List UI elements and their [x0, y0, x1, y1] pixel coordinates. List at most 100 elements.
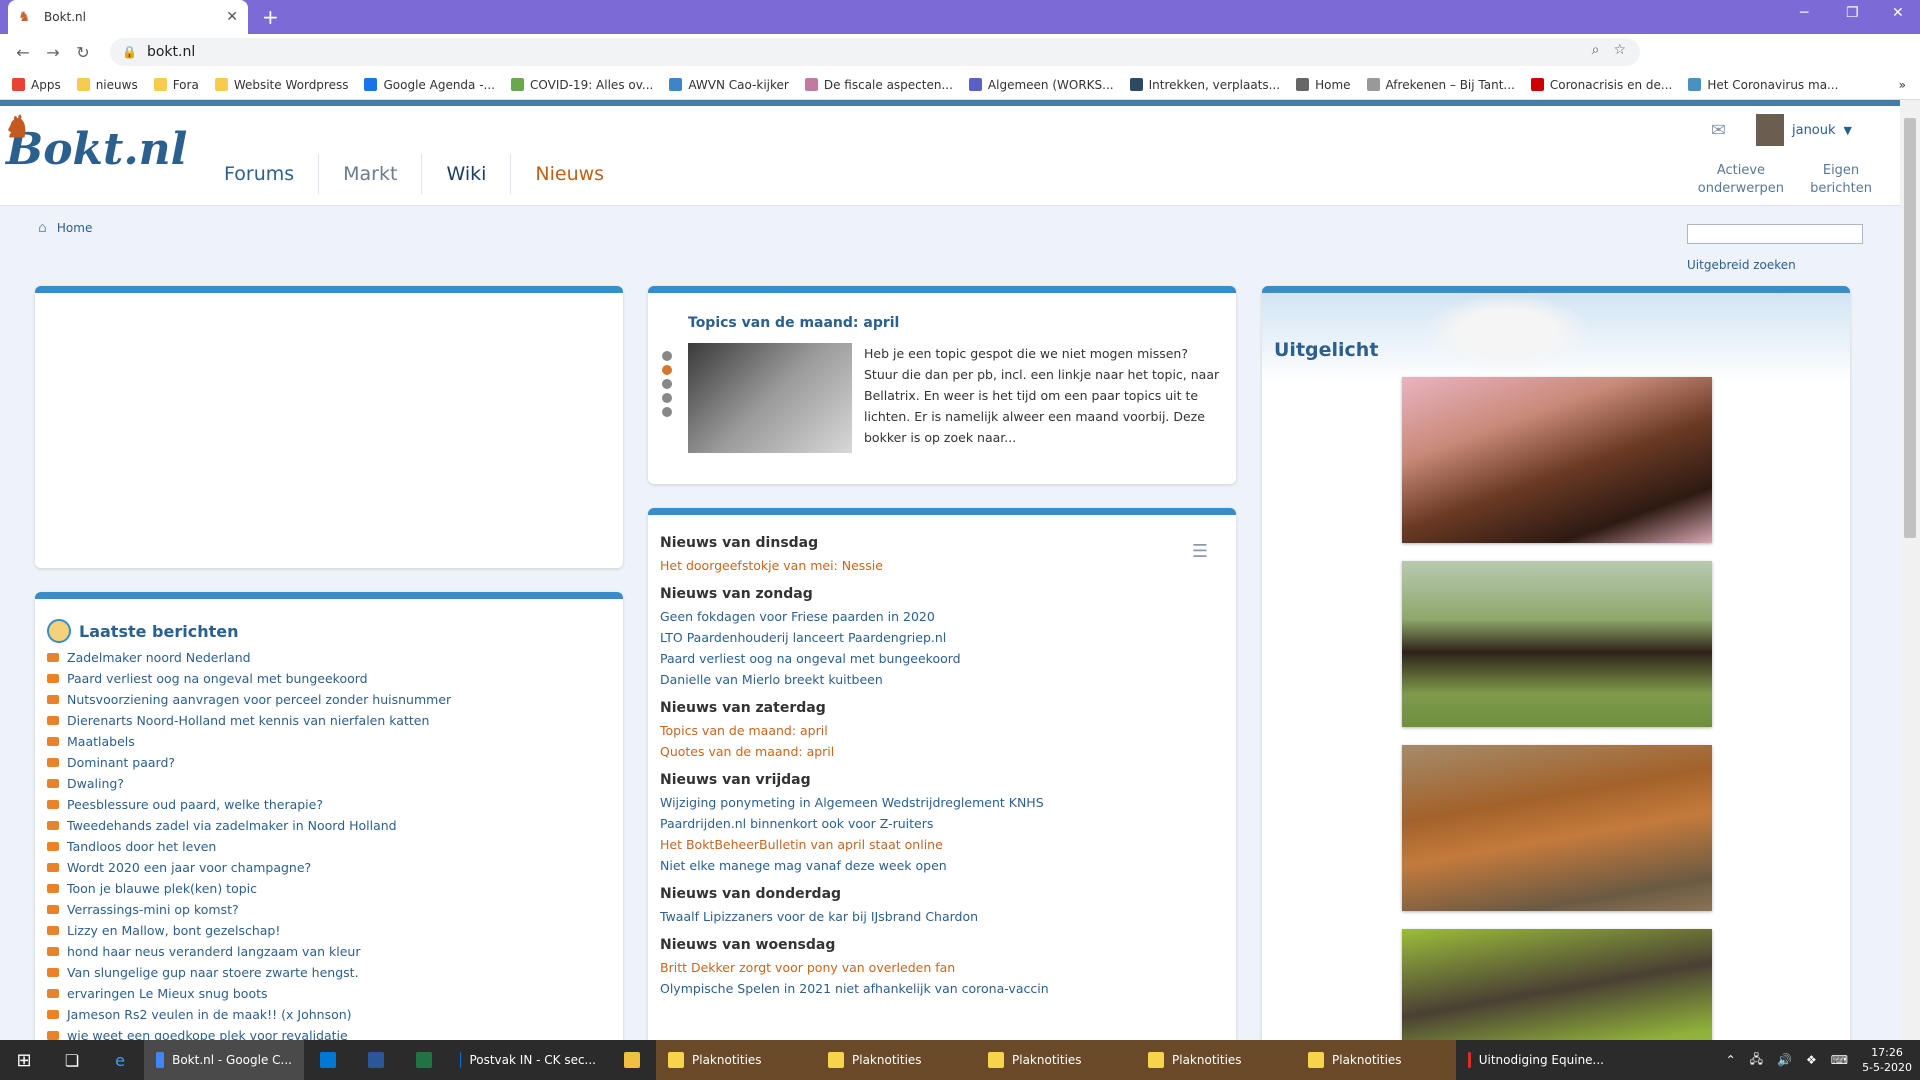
site-logo[interactable]: ♞ Bokt.nl — [2, 110, 187, 175]
featured-image[interactable] — [1402, 745, 1712, 911]
taskbar-app[interactable]: Postvak IN - CK sec... — [448, 1040, 608, 1080]
bookmark-item[interactable]: Fora — [153, 78, 199, 92]
back-icon[interactable]: ← — [8, 43, 38, 62]
quicklink-actieve-onderwerpen[interactable]: Actieve onderwerpen — [1698, 162, 1784, 198]
list-item[interactable]: Lizzy en Mallow, bont gezelschap! — [47, 920, 451, 941]
dropbox-icon[interactable]: ❖ — [1806, 1053, 1817, 1067]
taskbar-app[interactable] — [304, 1040, 352, 1080]
volume-icon[interactable]: 🔊 — [1777, 1053, 1792, 1067]
chevron-down-icon[interactable]: ▼ — [1844, 124, 1852, 137]
avatar[interactable] — [1755, 114, 1784, 146]
nav-forums[interactable]: Forums — [210, 154, 320, 194]
featured-image[interactable] — [1402, 561, 1712, 727]
news-item[interactable]: Het doorgeefstokje van mei: Nessie — [660, 555, 1220, 576]
list-item[interactable]: Verrassings-mini op komst? — [47, 899, 451, 920]
bookmark-item[interactable]: nieuws — [76, 78, 138, 92]
news-item[interactable]: Niet elke manege mag vanaf deze week ope… — [660, 855, 1220, 876]
list-item[interactable]: ervaringen Le Mieux snug boots — [47, 983, 451, 1004]
username[interactable]: janouk — [1792, 123, 1836, 138]
carousel-dot[interactable] — [662, 393, 672, 403]
breadcrumb-home[interactable]: Home — [57, 221, 92, 235]
taskbar-app[interactable] — [608, 1040, 656, 1080]
list-item[interactable]: Peesblessure oud paard, welke therapie? — [47, 794, 451, 815]
news-item[interactable]: Danielle van Mierlo breekt kuitbeen — [660, 669, 1220, 690]
quicklink-eigen-berichten[interactable]: Eigen berichten — [1810, 162, 1872, 198]
taskbar-app[interactable] — [352, 1040, 400, 1080]
nav-nieuws[interactable]: Nieuws — [511, 154, 628, 194]
taskbar-app[interactable]: Plaknotities — [816, 1040, 976, 1080]
list-item[interactable]: Zadelmaker noord Nederland — [47, 647, 451, 668]
taskbar-app[interactable]: Plaknotities — [656, 1040, 816, 1080]
new-tab-icon[interactable]: + — [262, 5, 279, 29]
bookmark-item[interactable]: Website Wordpress — [214, 78, 348, 92]
featured-image[interactable] — [1402, 377, 1712, 543]
list-item[interactable]: Van slungelige gup naar stoere zwarte he… — [47, 962, 451, 983]
close-window-icon[interactable]: ✕ — [1892, 5, 1904, 21]
news-item[interactable]: Twaalf Lipizzaners voor de kar bij IJsbr… — [660, 906, 1220, 927]
list-item[interactable]: Dominant paard? — [47, 752, 451, 773]
news-item[interactable]: Het BoktBeheerBulletin van april staat o… — [660, 834, 1220, 855]
taskbar-app[interactable]: Plaknotities — [1136, 1040, 1296, 1080]
list-item[interactable]: Toon je blauwe plek(ken) topic — [47, 878, 451, 899]
page-scrollbar[interactable] — [1900, 100, 1920, 1040]
featured-image[interactable] — [1402, 929, 1712, 1040]
bookmark-item[interactable]: AWVN Cao-kijker — [669, 78, 789, 92]
nav-markt[interactable]: Markt — [319, 154, 423, 194]
tray-chevron-up-icon[interactable]: ⌃ — [1726, 1053, 1736, 1067]
task-view-icon[interactable]: ❏ — [48, 1051, 96, 1070]
bookmark-item[interactable]: De fiscale aspecten... — [804, 78, 953, 92]
bookmark-item[interactable]: Algemeen (WORKS... — [968, 78, 1114, 92]
list-item[interactable]: hond haar neus veranderd langzaam van kl… — [47, 941, 451, 962]
taskbar-app[interactable]: Plaknotities — [1296, 1040, 1456, 1080]
bookmark-item[interactable]: Het Coronavirus ma... — [1688, 78, 1839, 92]
search-input[interactable] — [1687, 224, 1863, 244]
list-item[interactable]: Paard verliest oog na ongeval met bungee… — [47, 668, 451, 689]
topic-image[interactable] — [688, 343, 852, 453]
browser-tab[interactable]: ♞ Bokt.nl ✕ — [8, 0, 248, 34]
edge-icon[interactable]: e — [96, 1051, 144, 1070]
news-item[interactable]: Quotes van de maand: april — [660, 741, 1220, 762]
bookmark-item[interactable]: Intrekken, verplaats... — [1129, 78, 1280, 92]
news-item[interactable]: Olympische Spelen in 2021 niet afhankeli… — [660, 978, 1220, 999]
zoom-icon[interactable]: ⌕ — [1592, 42, 1600, 58]
news-item[interactable]: Britt Dekker zorgt voor pony van overled… — [660, 957, 1220, 978]
list-item[interactable]: Tandloos door het leven — [47, 836, 451, 857]
taskbar-app[interactable] — [400, 1040, 448, 1080]
network-icon[interactable]: 🖧 — [1750, 1050, 1763, 1071]
news-item[interactable]: LTO Paardenhouderij lanceert Paardengrie… — [660, 627, 1220, 648]
bookmark-item[interactable]: Google Agenda -... — [364, 78, 495, 92]
url-input[interactable]: 🔒 bokt.nl ⌕ ☆ — [110, 38, 1640, 66]
list-item[interactable]: wie weet een goedkope plek voor revalida… — [47, 1025, 451, 1040]
bookmark-item[interactable]: Coronacrisis en de... — [1530, 78, 1672, 92]
keyboard-icon[interactable]: ⌨ — [1831, 1053, 1848, 1067]
news-item[interactable]: Topics van de maand: april — [660, 720, 1220, 741]
list-item[interactable]: Jameson Rs2 veulen in de maak!! (x Johns… — [47, 1004, 451, 1025]
list-item[interactable]: Nutsvoorziening aanvragen voor perceel z… — [47, 689, 451, 710]
bookmark-item[interactable]: Apps — [12, 78, 61, 92]
list-item[interactable]: Dwaling? — [47, 773, 451, 794]
bookmark-item[interactable]: COVID-19: Alles ov... — [511, 78, 653, 92]
news-item[interactable]: Paardrijden.nl binnenkort ook voor Z-rui… — [660, 813, 1220, 834]
list-item[interactable]: Maatlabels — [47, 731, 451, 752]
mail-icon[interactable]: ✉ — [1711, 120, 1726, 141]
bookmark-item[interactable]: Afrekenen – Bij Tant... — [1366, 78, 1515, 92]
windows-start-icon[interactable]: ⊞ — [0, 1050, 48, 1071]
more-bookmarks-icon[interactable]: » — [1899, 78, 1906, 92]
taskbar-app[interactable]: Bokt.nl - Google C... — [144, 1040, 304, 1080]
carousel-dot[interactable] — [662, 351, 672, 361]
bookmark-star-icon[interactable]: ☆ — [1613, 42, 1626, 58]
list-item[interactable]: Dierenarts Noord-Holland met kennis van … — [47, 710, 451, 731]
carousel-dot[interactable] — [662, 365, 672, 375]
minimize-icon[interactable]: ─ — [1800, 5, 1808, 21]
reload-icon[interactable]: ↻ — [68, 43, 98, 62]
restore-icon[interactable]: ❐ — [1846, 5, 1859, 21]
news-item[interactable]: Wijziging ponymeting in Algemeen Wedstri… — [660, 792, 1220, 813]
taskbar-app[interactable]: Plaknotities — [976, 1040, 1136, 1080]
nav-wiki[interactable]: Wiki — [422, 154, 512, 194]
list-item[interactable]: Wordt 2020 een jaar voor champagne? — [47, 857, 451, 878]
clock[interactable]: 17:26 5-5-2020 — [1862, 1045, 1912, 1075]
advanced-search-link[interactable]: Uitgebreid zoeken — [1687, 258, 1796, 272]
bookmark-item[interactable]: Home — [1296, 78, 1351, 92]
forward-icon[interactable]: → — [38, 43, 68, 62]
carousel-dot[interactable] — [662, 407, 672, 417]
